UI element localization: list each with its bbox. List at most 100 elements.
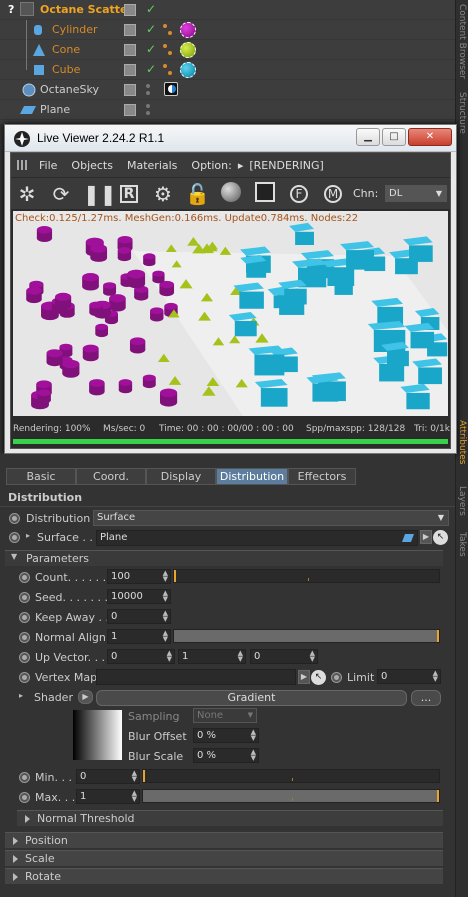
send-scene-icon[interactable]: ✲ bbox=[15, 182, 39, 206]
texture-tag-icon[interactable] bbox=[163, 24, 173, 36]
texture-tag-icon[interactable] bbox=[163, 64, 173, 76]
slider-knob[interactable] bbox=[143, 770, 145, 782]
shader-more-button[interactable]: ... bbox=[411, 690, 441, 706]
window-titlebar[interactable]: Live Viewer 2.24.2 R1.1 ▁ □ ✕ bbox=[5, 125, 456, 152]
min-input[interactable]: 0 ▲ ▼ bbox=[76, 769, 140, 784]
object-row-cube[interactable]: Cube ✓ bbox=[0, 60, 455, 80]
animation-radio-icon[interactable] bbox=[19, 672, 30, 683]
restart-render-icon[interactable]: ⟳ bbox=[49, 182, 73, 206]
tab-content-browser[interactable]: Content Browser bbox=[457, 4, 467, 79]
focus-picker-icon[interactable] bbox=[253, 182, 277, 206]
focus-pick-icon[interactable]: F bbox=[287, 182, 311, 206]
position-group[interactable]: Position bbox=[5, 832, 443, 848]
layer-tag-icon[interactable] bbox=[124, 24, 136, 36]
limit-input[interactable]: 0 ▲ ▼ bbox=[377, 669, 441, 684]
normal-align-slider[interactable] bbox=[173, 629, 440, 643]
enabled-check-icon[interactable]: ✓ bbox=[146, 62, 156, 76]
blur-offset-input[interactable]: 0 % ▲ ▼ bbox=[193, 728, 259, 743]
lock-icon[interactable]: 🔓 bbox=[185, 182, 210, 206]
visibility-dots-icon[interactable] bbox=[146, 104, 156, 116]
normal-align-input[interactable]: 1 ▲ ▼ bbox=[107, 629, 171, 644]
animation-radio-icon[interactable] bbox=[19, 572, 30, 583]
animation-radio-icon[interactable] bbox=[19, 612, 30, 623]
layer-tag-icon[interactable] bbox=[124, 104, 136, 116]
pick-object-icon[interactable]: ↖ bbox=[311, 670, 326, 685]
material-ball-icon[interactable] bbox=[180, 22, 196, 38]
settings-gear-icon[interactable]: ⚙ bbox=[151, 182, 175, 206]
min-slider[interactable] bbox=[142, 769, 440, 783]
slider-knob[interactable] bbox=[437, 790, 439, 802]
object-row-octane-scatter[interactable]: ? Octane Scatter ✓ bbox=[0, 0, 455, 20]
menu-objects[interactable]: Objects bbox=[71, 159, 113, 172]
menu-materials[interactable]: Materials bbox=[127, 159, 177, 172]
enabled-check-icon[interactable]: ✓ bbox=[146, 42, 156, 56]
surface-link-field[interactable]: Plane bbox=[96, 530, 418, 546]
object-row-cone[interactable]: Cone ✓ bbox=[0, 40, 455, 60]
max-input[interactable]: 1 ▲ ▼ bbox=[76, 789, 140, 804]
tab-takes[interactable]: Takes bbox=[457, 532, 467, 557]
seed-input[interactable]: 10000 ▲ ▼ bbox=[107, 589, 171, 604]
object-row-plane[interactable]: Plane bbox=[0, 100, 455, 120]
environment-tag-icon[interactable] bbox=[164, 82, 178, 96]
material-preview-icon[interactable] bbox=[219, 182, 243, 206]
count-slider[interactable] bbox=[173, 569, 440, 583]
scale-group[interactable]: Scale bbox=[5, 850, 443, 866]
render-viewport[interactable]: Check:0.125/1.27ms. MeshGen:0.166ms. Upd… bbox=[13, 211, 448, 416]
enabled-check-icon[interactable]: ✓ bbox=[146, 22, 156, 36]
tab-effectors[interactable]: Effectors bbox=[288, 468, 356, 485]
parameters-group-header[interactable]: ▼ Parameters bbox=[5, 550, 443, 566]
up-vector-x-input[interactable]: 0 ▲ ▼ bbox=[107, 649, 175, 664]
max-slider[interactable] bbox=[142, 789, 440, 803]
object-row-octanesky[interactable]: OctaneSky bbox=[0, 80, 455, 100]
enabled-check-icon[interactable]: ✓ bbox=[146, 2, 156, 16]
grip-icon[interactable] bbox=[17, 160, 29, 170]
vertex-map-link-field[interactable] bbox=[96, 669, 296, 685]
tab-structure[interactable]: Structure bbox=[457, 92, 467, 134]
shader-menu-button[interactable]: ▶ bbox=[78, 690, 93, 704]
animation-radio-icon[interactable] bbox=[331, 672, 342, 683]
count-input[interactable]: 100 ▲ ▼ bbox=[107, 569, 171, 584]
slider-knob[interactable] bbox=[437, 630, 439, 642]
visibility-dots-icon[interactable] bbox=[146, 84, 156, 96]
expand-toggle[interactable]: ? bbox=[8, 3, 14, 16]
tab-attributes[interactable]: Attributes bbox=[457, 420, 467, 464]
animation-radio-icon[interactable] bbox=[19, 792, 30, 803]
gradient-shader-button[interactable]: Gradient bbox=[96, 690, 407, 706]
keep-away-input[interactable]: 0 ▲ ▼ bbox=[107, 609, 171, 624]
animation-radio-icon[interactable] bbox=[19, 592, 30, 603]
tab-display[interactable]: Display bbox=[146, 468, 216, 485]
layer-tag-icon[interactable] bbox=[124, 84, 136, 96]
tab-basic[interactable]: Basic bbox=[6, 468, 76, 485]
object-row-cylinder[interactable]: Cylinder ✓ bbox=[0, 20, 455, 40]
tab-distribution[interactable]: Distribution bbox=[216, 468, 288, 485]
animation-radio-icon[interactable] bbox=[9, 513, 20, 524]
animation-radio-icon[interactable] bbox=[19, 632, 30, 643]
minimize-button[interactable]: ▁ bbox=[356, 128, 380, 146]
rotate-group[interactable]: Rotate bbox=[5, 868, 443, 884]
material-ball-icon[interactable] bbox=[180, 42, 196, 58]
up-vector-z-input[interactable]: 0 ▲ ▼ bbox=[250, 649, 318, 664]
layer-tag-icon[interactable] bbox=[124, 4, 136, 16]
menu-option[interactable]: Option: bbox=[191, 159, 231, 172]
tab-layers[interactable]: Layers bbox=[457, 486, 467, 516]
maximize-button[interactable]: □ bbox=[382, 128, 406, 146]
pick-object-icon[interactable]: ↖ bbox=[433, 530, 448, 545]
material-ball-icon[interactable] bbox=[180, 62, 196, 78]
animation-radio-icon[interactable] bbox=[19, 652, 30, 663]
pause-icon[interactable]: ❚❚ bbox=[83, 182, 117, 206]
region-render-icon[interactable]: R bbox=[117, 182, 141, 206]
distribution-select[interactable]: Surface ▼ bbox=[93, 510, 449, 526]
layer-tag-icon[interactable] bbox=[124, 44, 136, 56]
link-arrow-button[interactable]: ▶ bbox=[298, 670, 310, 684]
up-vector-y-input[interactable]: 1 ▲ ▼ bbox=[178, 649, 246, 664]
material-pick-icon[interactable]: M bbox=[321, 182, 345, 206]
channel-select[interactable]: DL ▼ bbox=[385, 185, 447, 202]
texture-tag-icon[interactable] bbox=[163, 44, 173, 56]
expand-arrow-icon[interactable]: ▸ bbox=[19, 691, 23, 700]
slider-knob[interactable] bbox=[174, 570, 176, 582]
animation-radio-icon[interactable] bbox=[9, 532, 20, 543]
normal-threshold-group[interactable]: Normal Threshold bbox=[17, 810, 443, 826]
blur-scale-input[interactable]: 0 % ▲ ▼ bbox=[193, 748, 259, 763]
close-button[interactable]: ✕ bbox=[408, 128, 452, 146]
animation-radio-icon[interactable] bbox=[19, 772, 30, 783]
